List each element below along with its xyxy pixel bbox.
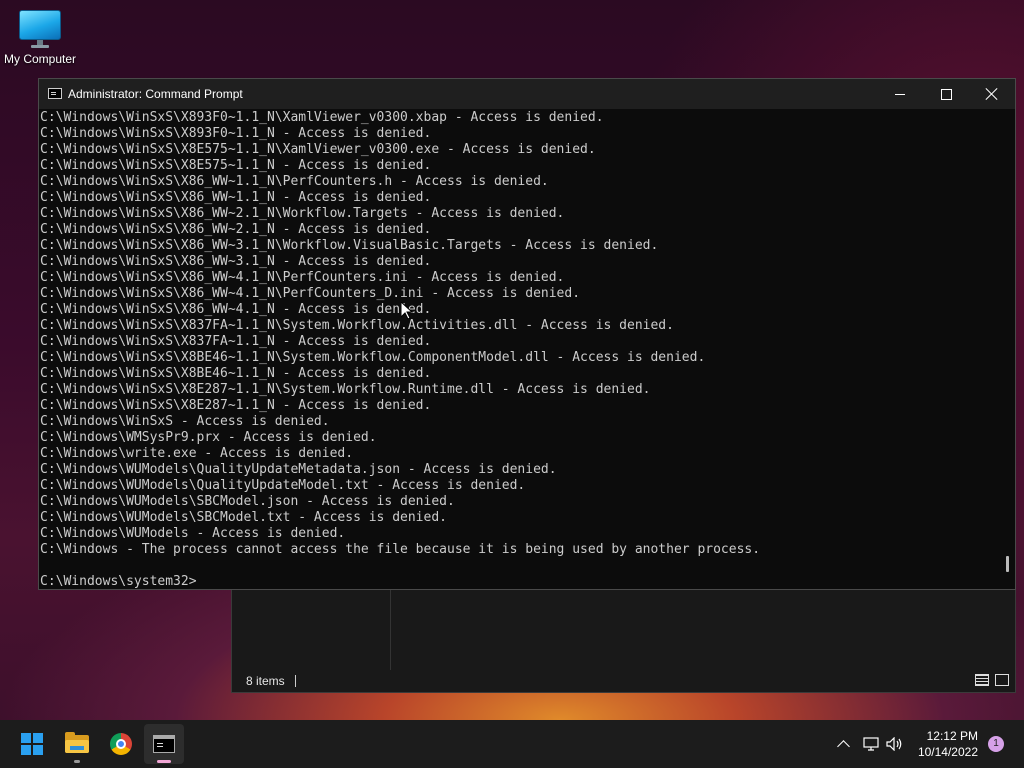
folder-icon: [65, 732, 89, 753]
console-line: C:\Windows\WinSxS\X86_WW~2.1_N - Access …: [40, 222, 432, 237]
console-line: C:\Windows\WinSxS\X86_WW~4.1_N\PerfCount…: [40, 270, 565, 285]
console-line: C:\Windows\WMSysPr9.prx - Access is deni…: [40, 430, 377, 445]
close-icon: [986, 88, 998, 100]
command-prompt-window: Administrator: Command Prompt C:\Windows…: [38, 78, 1016, 590]
console-line: C:\Windows\WinSxS\X893F0~1.1_N\XamlViewe…: [40, 110, 604, 125]
details-view-icon[interactable]: [975, 674, 989, 686]
terminal-icon: [153, 735, 175, 753]
file-explorer-window: 8 items: [231, 585, 1016, 693]
console-line: C:\Windows\WinSxS\X837FA~1.1_N\System.Wo…: [40, 318, 674, 333]
desktop-icon-my-computer[interactable]: My Computer: [2, 8, 78, 66]
windows-logo-icon: [21, 733, 43, 755]
console-line: C:\Windows\WinSxS\X86_WW~1.1_N\PerfCount…: [40, 174, 549, 189]
minimize-icon: [895, 93, 905, 95]
chrome-icon: [110, 733, 132, 755]
console-line: C:\Windows\WUModels\SBCModel.txt - Acces…: [40, 510, 447, 525]
active-indicator: [157, 760, 171, 763]
console-line: C:\Windows\WinSxS\X86_WW~3.1_N - Access …: [40, 254, 432, 269]
window-title: Administrator: Command Prompt: [68, 87, 243, 101]
console-line: C:\Windows\WinSxS\X8E287~1.1_N - Access …: [40, 398, 432, 413]
notification-badge[interactable]: 1: [988, 736, 1004, 752]
item-count: 8 items: [246, 674, 285, 688]
clock-date: 10/14/2022: [917, 745, 978, 759]
taskbar: 12:12 PM 10/14/2022: [0, 720, 1024, 768]
navigation-pane: [232, 586, 391, 670]
running-indicator: [74, 760, 80, 763]
maximize-icon: [940, 88, 952, 100]
console-line: C:\Windows\WUModels\SBCModel.json - Acce…: [40, 494, 455, 509]
taskbar-chrome[interactable]: [101, 724, 141, 764]
speaker-icon: [886, 737, 902, 751]
console-line: C:\Windows\WinSxS\X893F0~1.1_N - Access …: [40, 126, 432, 141]
taskbar-command-prompt[interactable]: [144, 724, 184, 764]
status-separator: [294, 675, 296, 687]
console-line: C:\Windows\WinSxS\X837FA~1.1_N - Access …: [40, 334, 432, 349]
console-line: C:\Windows\WUModels - Access is denied.: [40, 526, 346, 541]
console-output[interactable]: C:\Windows\WinSxS\X893F0~1.1_N\XamlViewe…: [39, 110, 999, 590]
taskbar-file-explorer[interactable]: [57, 724, 97, 764]
clock-time: 12:12 PM: [926, 729, 978, 743]
tiles-view-icon[interactable]: [995, 674, 1009, 686]
maximize-button[interactable]: [923, 79, 969, 109]
console-line: C:\Windows\WUModels\QualityUpdateModel.t…: [40, 478, 526, 493]
console-line: C:\Windows\WinSxS\X86_WW~1.1_N - Access …: [40, 190, 432, 205]
clock[interactable]: 12:12 PM 10/14/2022: [912, 728, 978, 760]
volume-button[interactable]: [886, 720, 904, 768]
title-bar[interactable]: Administrator: Command Prompt: [39, 79, 1015, 109]
console-line: C:\Windows\WUModels\QualityUpdateMetadat…: [40, 462, 557, 477]
console-line: C:\Windows\WinSxS\X8E575~1.1_N\XamlViewe…: [40, 142, 596, 157]
console-line: C:\Windows - The process cannot access t…: [40, 542, 761, 557]
chevron-up-icon: [836, 740, 850, 753]
scrollbar-thumb[interactable]: [1006, 556, 1009, 572]
console-line: C:\Windows\system32>: [40, 574, 197, 589]
console-line: C:\Windows\WinSxS\X8E287~1.1_N\System.Wo…: [40, 382, 651, 397]
console-line: C:\Windows\WinSxS\X8E575~1.1_N - Access …: [40, 158, 432, 173]
console-line: C:\Windows\WinSxS - Access is denied.: [40, 414, 330, 429]
console-line: C:\Windows\WinSxS\X8BE46~1.1_N\System.Wo…: [40, 350, 706, 365]
start-button[interactable]: [12, 724, 52, 764]
network-icon: [863, 737, 879, 751]
cmd-icon: [48, 88, 62, 99]
status-bar: 8 items: [246, 674, 296, 688]
minimize-button[interactable]: [877, 79, 923, 109]
show-hidden-icons-button[interactable]: [834, 720, 852, 768]
console-line: C:\Windows\WinSxS\X86_WW~4.1_N\PerfCount…: [40, 286, 581, 301]
console-line: C:\Windows\WinSxS\X86_WW~3.1_N\Workflow.…: [40, 238, 659, 253]
console-line: C:\Windows\WinSxS\X86_WW~4.1_N - Access …: [40, 302, 432, 317]
monitor-icon: [19, 10, 61, 48]
close-button[interactable]: [969, 79, 1015, 109]
desktop-icon-label: My Computer: [3, 52, 77, 66]
view-toggle: [975, 674, 1009, 686]
console-line: C:\Windows\WinSxS\X86_WW~2.1_N\Workflow.…: [40, 206, 565, 221]
console-line: C:\Windows\write.exe - Access is denied.: [40, 446, 354, 461]
console-line: C:\Windows\WinSxS\X8BE46~1.1_N - Access …: [40, 366, 432, 381]
network-button[interactable]: [862, 720, 880, 768]
